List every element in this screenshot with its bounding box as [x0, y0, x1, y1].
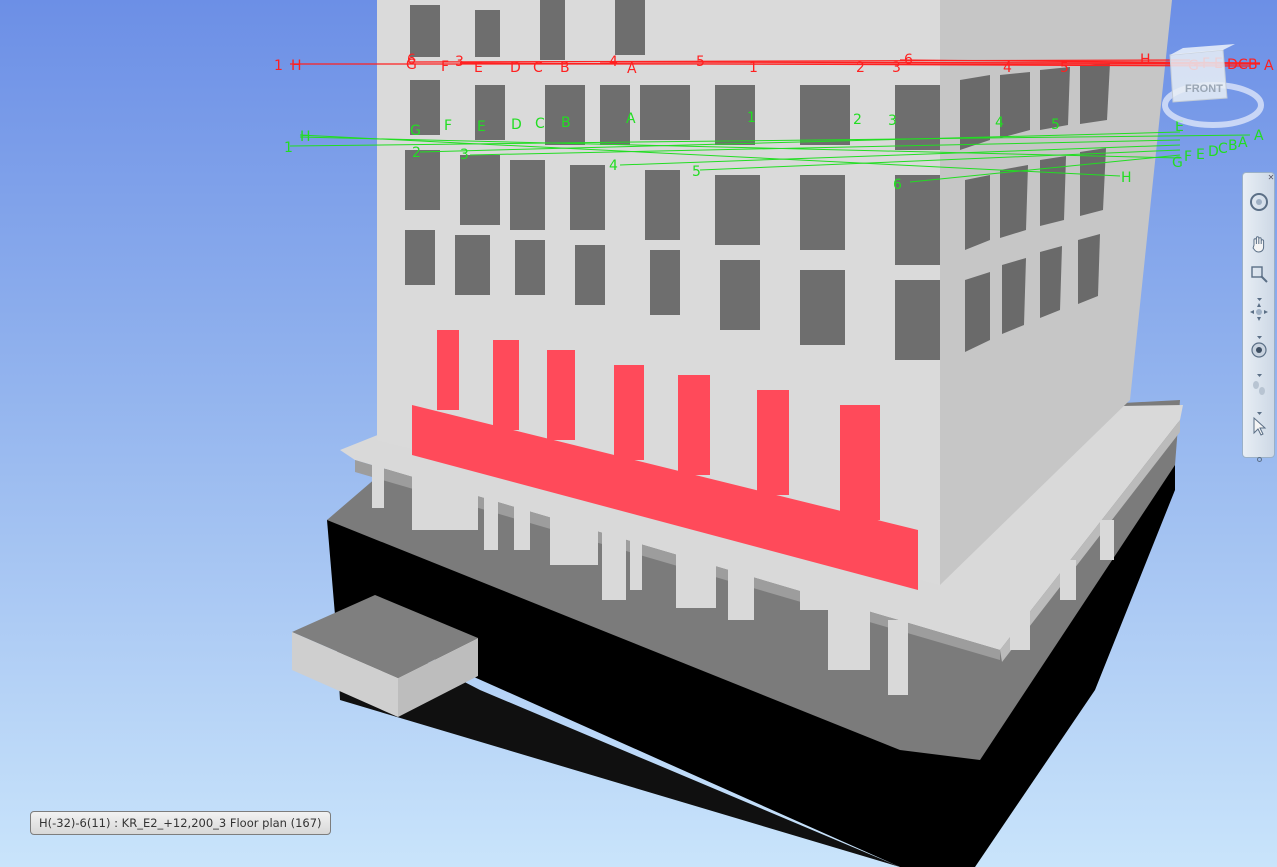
look-icon[interactable] — [1248, 339, 1270, 361]
grid-label: F — [444, 118, 452, 134]
grid-label: A — [627, 61, 637, 77]
close-icon[interactable]: ✕ — [1267, 174, 1275, 182]
grid-label: 1 — [747, 110, 756, 126]
viewcube[interactable]: FRONT — [1155, 40, 1265, 150]
chevron-down-icon[interactable] — [1257, 401, 1262, 415]
grid-label: C — [535, 116, 545, 132]
grid-label: 2 — [412, 145, 421, 161]
chevron-down-icon[interactable] — [1257, 447, 1262, 462]
grid-label: A — [1264, 58, 1274, 74]
grid-label: G — [410, 123, 421, 139]
grid-label: D — [510, 60, 521, 76]
grid-label: 3 — [888, 113, 897, 129]
grid-label: 3 — [455, 54, 464, 70]
grid-label: D — [511, 117, 522, 133]
chevron-down-icon[interactable] — [1257, 287, 1262, 301]
grid-label: B — [560, 60, 570, 76]
grid-label: 1 — [284, 140, 293, 156]
grid-label: F — [441, 59, 449, 75]
orbit-icon[interactable] — [1248, 301, 1270, 323]
grid-label: 3 — [892, 60, 901, 76]
grid-label: G — [1172, 155, 1183, 171]
select-icon[interactable] — [1248, 415, 1270, 437]
grid-label: 4 — [609, 158, 618, 174]
grid-label: H — [1140, 52, 1151, 68]
element-info-tooltip: H(-32)-6(11) : KR_E2_+12,200_3 Floor pla… — [30, 811, 331, 835]
building-model[interactable]: 1 H G 6 F 3 E D C B 4 A 5 1 2 3 6 4 5 H … — [0, 0, 1277, 867]
grid-label: 5 — [692, 164, 701, 180]
3d-viewport[interactable]: 1 H G 6 F 3 E D C B 4 A 5 1 2 3 6 4 5 H … — [0, 0, 1277, 867]
grid-label: 2 — [853, 112, 862, 128]
steering-wheel-icon[interactable] — [1248, 191, 1270, 213]
grid-label: 6 — [407, 52, 416, 68]
grid-label: 5 — [1060, 60, 1069, 76]
grid-label: C — [533, 60, 543, 76]
grid-label: 2 — [856, 60, 865, 76]
chevron-down-icon[interactable] — [1257, 325, 1262, 339]
zoom-window-icon[interactable] — [1248, 263, 1270, 285]
grid-label: 4 — [1003, 60, 1012, 76]
grid-label: 5 — [1051, 117, 1060, 133]
grid-label: 1 — [749, 60, 758, 76]
chevron-down-icon[interactable] — [1257, 363, 1262, 377]
grid-label: F — [1184, 149, 1192, 165]
pan-icon[interactable] — [1248, 233, 1270, 255]
grid-label: H — [1121, 170, 1132, 186]
grid-label: H — [300, 129, 311, 145]
grid-label: B — [561, 115, 571, 131]
grid-label: 6 — [904, 52, 913, 68]
grid-label: H — [291, 58, 302, 74]
walk-icon[interactable] — [1248, 377, 1270, 399]
grid-label: E — [474, 60, 483, 76]
grid-label: 1 — [274, 58, 283, 74]
grid-label: 5 — [696, 54, 705, 70]
grid-label: E — [477, 119, 486, 135]
grid-label: 4 — [995, 115, 1004, 131]
grid-label: A — [626, 111, 636, 127]
grid-label: 6 — [893, 177, 902, 193]
grid-label: 4 — [609, 54, 618, 70]
navigation-bar: ✕ — [1242, 172, 1275, 462]
grid-label: 3 — [460, 147, 469, 163]
viewcube-face-label[interactable]: FRONT — [1185, 83, 1223, 95]
